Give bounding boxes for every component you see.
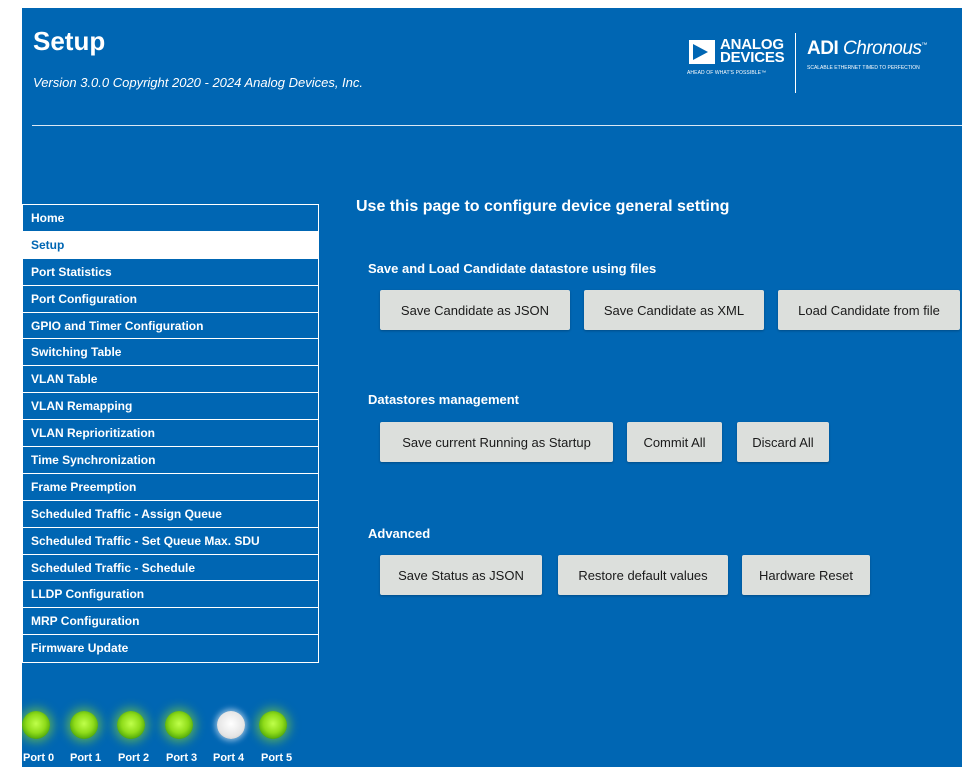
nav-item-scheduled-traffic-set-queue-max-sdu[interactable]: Scheduled Traffic - Set Queue Max. SDU [23,528,318,555]
port-3-led-icon [165,711,193,739]
save-candidate-json-button[interactable]: Save Candidate as JSON [380,290,570,330]
port-2-led-icon [117,711,145,739]
adi-logo-text: ANALOG DEVICES [720,36,785,66]
analog-devices-logo: ANALOG DEVICES AHEAD OF WHAT'S POSSIBLE™ [682,37,792,87]
nav-item-vlan-table[interactable]: VLAN Table [23,366,318,394]
port-3-label: Port 3 [166,752,198,764]
nav-item-setup[interactable]: Setup [23,231,318,259]
nav-item-frame-preemption[interactable]: Frame Preemption [23,474,318,501]
save-status-json-button[interactable]: Save Status as JSON [380,555,542,595]
nav-item-firmware-update[interactable]: Firmware Update [23,635,318,662]
port-2-label: Port 2 [118,752,150,764]
nav-item-vlan-remapping[interactable]: VLAN Remapping [23,393,318,421]
logo-separator [795,33,796,93]
header-divider [32,125,962,126]
chronous-logo-tagline: SCALABLE ETHERNET TIMED TO PERFECTION [807,65,920,71]
nav-item-home[interactable]: Home [23,205,318,232]
content-heading: Use this page to configure device genera… [356,198,730,215]
adi-triangle-icon [689,40,715,64]
section-title-files: Save and Load Candidate datastore using … [368,261,657,276]
adi-chronous-logo: ADI Chronous™ SCALABLE ETHERNET TIMED TO… [807,38,957,88]
nav-item-time-synchronization[interactable]: Time Synchronization [23,447,318,474]
port-5-label: Port 5 [261,752,293,764]
version-text: Version 3.0.0 Copyright 2020 - 2024 Anal… [33,75,364,90]
port-4-led-icon [217,711,245,739]
nav-item-port-statistics[interactable]: Port Statistics [23,259,318,286]
port-0-led-icon [22,711,50,739]
section-title-datastores: Datastores management [368,392,519,407]
chronous-logo-name: ADI Chronous™ [807,38,927,59]
port-0-label: Port 0 [23,752,55,764]
load-candidate-file-button[interactable]: Load Candidate from file [778,290,960,330]
adi-logo-tagline: AHEAD OF WHAT'S POSSIBLE™ [687,70,767,76]
discard-all-button[interactable]: Discard All [737,422,829,462]
port-5-led-icon [259,711,287,739]
nav-item-vlan-reprioritization[interactable]: VLAN Reprioritization [23,420,318,448]
nav-item-gpio-timer-configuration[interactable]: GPIO and Timer Configuration [23,313,318,340]
save-candidate-xml-button[interactable]: Save Candidate as XML [584,290,764,330]
nav-item-lldp-configuration[interactable]: LLDP Configuration [23,581,318,609]
nav-item-scheduled-traffic-schedule[interactable]: Scheduled Traffic - Schedule [23,555,318,582]
nav-item-mrp-configuration[interactable]: MRP Configuration [23,608,318,636]
port-1-led-icon [70,711,98,739]
nav-item-scheduled-traffic-assign-queue[interactable]: Scheduled Traffic - Assign Queue [23,501,318,528]
sidebar-nav: Home Setup Port Statistics Port Configur… [22,204,319,664]
port-4-label: Port 4 [213,752,245,764]
nav-item-switching-table[interactable]: Switching Table [23,339,318,367]
restore-defaults-button[interactable]: Restore default values [558,555,728,595]
port-1-label: Port 1 [70,752,102,764]
main-panel: Setup Version 3.0.0 Copyright 2020 - 202… [22,8,962,767]
save-running-startup-button[interactable]: Save current Running as Startup [380,422,613,462]
page-title: Setup [33,26,106,56]
commit-all-button[interactable]: Commit All [627,422,722,462]
hardware-reset-button[interactable]: Hardware Reset [742,555,870,595]
nav-item-port-configuration[interactable]: Port Configuration [23,286,318,313]
section-title-advanced: Advanced [368,526,431,541]
